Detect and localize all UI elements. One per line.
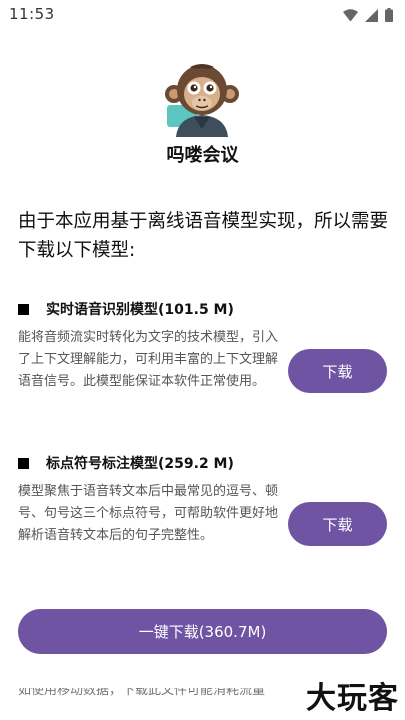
model-description: 模型聚焦于语音转文本后中最常见的逗号、顿号、句号这三个标点符号，可帮助软件更好地… <box>18 484 279 543</box>
model-name: 实时语音识别模型(101.5 M) <box>46 302 234 318</box>
signal-icon <box>365 7 378 26</box>
monkey-avatar-icon <box>164 61 240 137</box>
bullet-square-icon <box>18 457 29 469</box>
download-models-screen: 11:53 吗喽会议 由于本应用基于离线语音模型实现，所以需要下载以下模型: 实… <box>0 0 405 720</box>
app-title: 吗喽会议 <box>166 145 239 166</box>
intro-text: 由于本应用基于离线语音模型实现，所以需要下载以下模型: <box>18 211 389 261</box>
model-header: 实时语音识别模型(101.5 M) <box>18 298 388 320</box>
model-body: 能将音频流实时转化为文字的技术模型，引入了上下文理解能力，可利用丰富的上下文理解… <box>18 327 388 417</box>
model-body: 模型聚焦于语音转文本后中最常见的逗号、顿号、句号这三个标点符号，可帮助软件更好地… <box>18 481 388 571</box>
download-all-button[interactable]: 一键下载(360.7M) <box>18 609 387 654</box>
status-time: 11:53 <box>9 5 55 23</box>
status-bar: 11:53 <box>0 0 405 30</box>
bullet-square-icon <box>18 303 29 315</box>
watermark-logo: 大玩客 <box>306 681 399 716</box>
model-name: 标点符号标注模型(259.2 M) <box>46 456 234 472</box>
model-header: 标点符号标注模型(259.2 M) <box>18 452 388 474</box>
wifi-icon <box>343 7 358 26</box>
model-item-asr: 实时语音识别模型(101.5 M) 能将音频流实时转化为文字的技术模型，引入了上… <box>18 298 388 417</box>
status-icons <box>343 7 393 26</box>
model-item-punctuation: 标点符号标注模型(259.2 M) 模型聚焦于语音转文本后中最常见的逗号、顿号、… <box>18 452 388 571</box>
battery-icon <box>385 7 393 26</box>
model-description: 能将音频流实时转化为文字的技术模型，引入了上下文理解能力，可利用丰富的上下文理解… <box>18 330 279 389</box>
download-asr-button[interactable]: 下载 <box>288 349 387 393</box>
download-punctuation-button[interactable]: 下载 <box>288 502 387 546</box>
